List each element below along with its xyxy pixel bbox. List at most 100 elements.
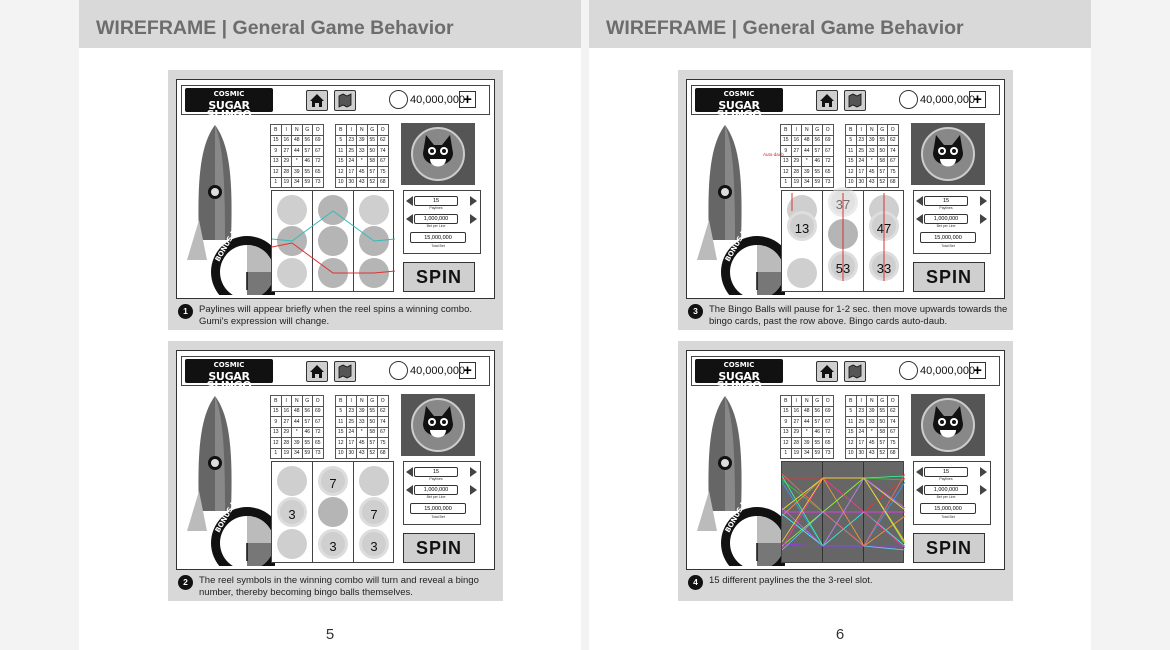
decrease-bet-button[interactable] bbox=[406, 485, 413, 495]
decrease-bet-button[interactable] bbox=[916, 214, 923, 224]
bingo-cell: 74 bbox=[377, 145, 389, 157]
add-coins-button[interactable]: + bbox=[459, 362, 476, 379]
bingo-cell: 39 bbox=[291, 166, 303, 178]
increase-bet-button[interactable] bbox=[470, 485, 477, 495]
step-caption: 1 Paylines will appear briefly when the … bbox=[178, 304, 498, 328]
bingo-header-cell: I bbox=[280, 124, 292, 136]
bingo-cell: 55 bbox=[876, 134, 888, 146]
bingo-cell: 73 bbox=[312, 176, 324, 188]
spin-button[interactable]: SPIN bbox=[403, 262, 475, 292]
bingo-cell: 12 bbox=[845, 166, 857, 178]
bingo-card-1: B I N G O 15 16 48 56 69 9 27 44 57 67 13 29 * 46 72 12 28 39 5… bbox=[270, 124, 324, 188]
bingo-row: 15 24 * 58 67 bbox=[335, 155, 389, 167]
page-6: WIREFRAME | General Game Behavior COSMIC… bbox=[589, 0, 1091, 650]
bingo-cell: 44 bbox=[291, 416, 303, 428]
bingo-header-cell: O bbox=[312, 124, 324, 136]
page-header: WIREFRAME | General Game Behavior bbox=[589, 0, 1091, 48]
spin-button[interactable]: SPIN bbox=[913, 262, 985, 292]
bingo-cell: 28 bbox=[790, 437, 802, 449]
total-bet-label: Total Bet bbox=[431, 515, 445, 519]
increase-bet-button[interactable] bbox=[980, 485, 987, 495]
bingo-cell: 39 bbox=[356, 134, 368, 146]
bingo-header-cell: I bbox=[855, 124, 867, 136]
bingo-cell: 55 bbox=[876, 405, 888, 417]
bingo-cell: 65 bbox=[312, 437, 324, 449]
bingo-header-cell: N bbox=[801, 124, 813, 136]
bingo-cell: 24 bbox=[345, 426, 357, 438]
add-coins-button[interactable]: + bbox=[969, 362, 986, 379]
slot-reels-paylines bbox=[781, 461, 905, 563]
home-button[interactable] bbox=[816, 90, 838, 111]
decrease-paylines-button[interactable] bbox=[406, 196, 413, 206]
bingo-cell: * bbox=[291, 426, 303, 438]
bingo-cell: 29 bbox=[790, 155, 802, 167]
game-screen: COSMIC SUGAR SLINGO 40,000,000 + BONUS ME… bbox=[686, 79, 1005, 299]
decrease-bet-button[interactable] bbox=[406, 214, 413, 224]
home-button[interactable] bbox=[306, 361, 328, 382]
bingo-header-cell: I bbox=[345, 395, 357, 407]
top-bar: COSMIC SUGAR SLINGO 40,000,000 + bbox=[691, 85, 1000, 120]
bingo-cell: 30 bbox=[855, 176, 867, 188]
bingo-cell: 19 bbox=[280, 176, 292, 188]
step-number: 1 bbox=[178, 304, 193, 319]
increase-paylines-button[interactable] bbox=[470, 196, 477, 206]
bingo-cell: 15 bbox=[270, 134, 282, 146]
decrease-paylines-button[interactable] bbox=[916, 467, 923, 477]
home-button[interactable] bbox=[816, 361, 838, 382]
map-button[interactable] bbox=[844, 90, 866, 111]
bingo-row: 12 17 45 57 75 bbox=[335, 166, 389, 178]
bingo-cell: 12 bbox=[270, 437, 282, 449]
home-button[interactable] bbox=[306, 90, 328, 111]
bingo-cell: 13 bbox=[270, 426, 282, 438]
map-button[interactable] bbox=[844, 361, 866, 382]
map-button[interactable] bbox=[334, 361, 356, 382]
bingo-cell: 67 bbox=[822, 416, 834, 428]
bingo-cell: 72 bbox=[822, 155, 834, 167]
top-bar: COSMIC SUGAR SLINGO 40,000,000 + bbox=[181, 85, 490, 120]
decrease-paylines-button[interactable] bbox=[916, 196, 923, 206]
spin-button[interactable]: SPIN bbox=[403, 533, 475, 563]
bingo-cell: 25 bbox=[855, 145, 867, 157]
bet-panel: 15 Paylines 1,000,000 Bet per Line 15,00… bbox=[403, 190, 481, 254]
decrease-bet-button[interactable] bbox=[916, 485, 923, 495]
bingo-cell: 50 bbox=[876, 416, 888, 428]
bingo-header-cell: G bbox=[366, 395, 378, 407]
increase-paylines-button[interactable] bbox=[980, 467, 987, 477]
bingo-cell: 56 bbox=[811, 405, 823, 417]
bingo-row: 11 25 33 50 74 bbox=[845, 416, 899, 428]
autodaub-annotation: Auto-daub bbox=[763, 152, 784, 157]
bingo-cell: 73 bbox=[822, 176, 834, 188]
bingo-cell: 65 bbox=[312, 166, 324, 178]
game-logo: COSMIC SUGAR SLINGO bbox=[695, 88, 783, 120]
bingo-cell: 27 bbox=[280, 145, 292, 157]
bingo-cell: 13 bbox=[780, 426, 792, 438]
bingo-cell: 29 bbox=[790, 426, 802, 438]
paylines-label: Paylines bbox=[939, 477, 953, 481]
spin-button[interactable]: SPIN bbox=[913, 533, 985, 563]
increase-paylines-button[interactable] bbox=[980, 196, 987, 206]
decrease-paylines-button[interactable] bbox=[406, 467, 413, 477]
bingo-header-cell: N bbox=[866, 395, 878, 407]
bingo-row: 12 17 45 57 75 bbox=[845, 166, 899, 178]
bingo-header-cell: G bbox=[876, 124, 888, 136]
bingo-cell: 48 bbox=[801, 405, 813, 417]
bingo-header-cell: G bbox=[811, 124, 823, 136]
map-button[interactable] bbox=[334, 90, 356, 111]
add-coins-button[interactable]: + bbox=[969, 91, 986, 108]
bingo-cell: 74 bbox=[887, 416, 899, 428]
bingo-cell: 48 bbox=[801, 134, 813, 146]
home-icon bbox=[820, 365, 834, 378]
increase-bet-button[interactable] bbox=[470, 214, 477, 224]
increase-paylines-button[interactable] bbox=[470, 467, 477, 477]
bingo-cell: 5 bbox=[845, 405, 857, 417]
bingo-cell: 24 bbox=[345, 155, 357, 167]
bingo-row: 15 24 * 58 67 bbox=[335, 426, 389, 438]
bingo-cell: 27 bbox=[790, 416, 802, 428]
add-coins-button[interactable]: + bbox=[459, 91, 476, 108]
bingo-card-1: B I N G O 15 16 48 56 69 9 27 44 57 67 13 29 * 46 72 12 28 39 5… bbox=[780, 124, 834, 188]
gumi-cat-portrait bbox=[401, 394, 475, 456]
bingo-cell: 62 bbox=[887, 405, 899, 417]
bingo-cell: 12 bbox=[335, 166, 347, 178]
bingo-cell: 13 bbox=[270, 155, 282, 167]
increase-bet-button[interactable] bbox=[980, 214, 987, 224]
